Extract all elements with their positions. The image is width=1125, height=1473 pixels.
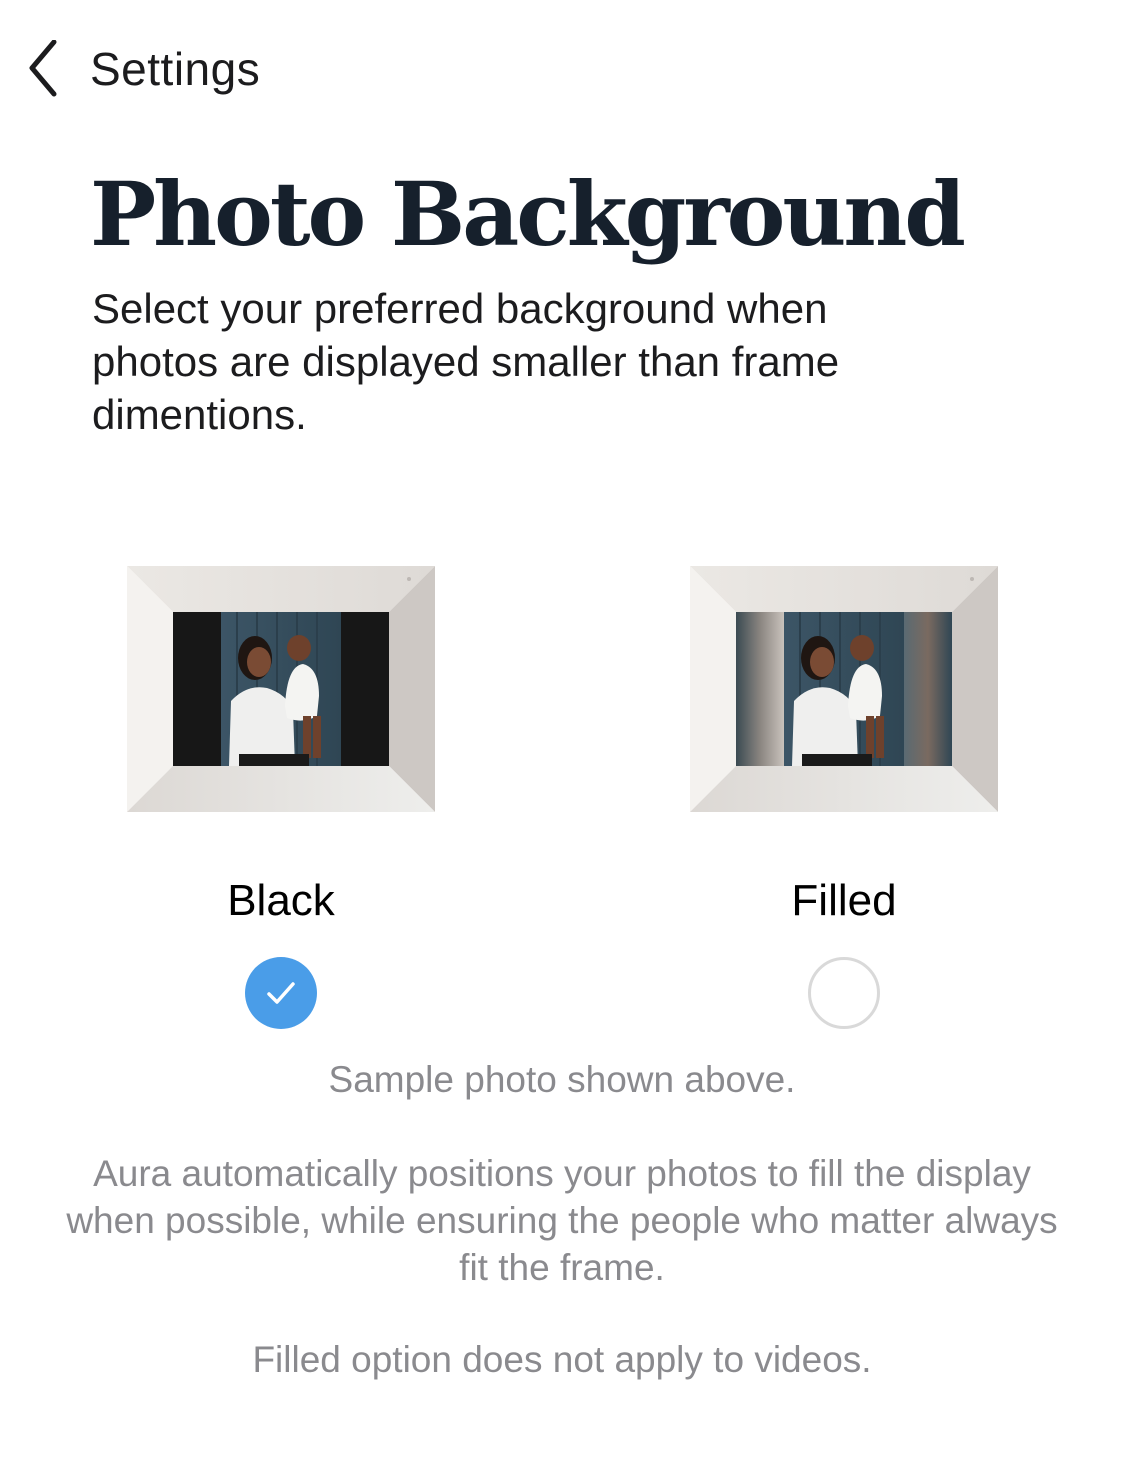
back-button[interactable]: Settings (0, 30, 400, 110)
page-subtitle: Select your preferred background when ph… (92, 285, 840, 438)
radio-filled-unselected[interactable] (808, 957, 880, 1029)
option-filled-label: Filled (791, 876, 897, 925)
frame-preview-black (127, 566, 435, 812)
description-note: Aura automatically positions your photos… (66, 1153, 1058, 1288)
option-black-label: Black (227, 876, 335, 925)
frame-preview-filled (690, 566, 998, 812)
radio-black-selected[interactable] (245, 957, 317, 1029)
back-label: Settings (90, 43, 261, 95)
sample-photo (784, 612, 904, 766)
page-title: Photo Background (90, 162, 966, 266)
sample-photo (221, 612, 341, 766)
chevron-left-icon (29, 40, 57, 97)
checkmark-icon (267, 982, 295, 1004)
option-filled[interactable]: Filled (690, 566, 998, 1029)
option-black[interactable]: Black (127, 566, 435, 1029)
sample-note: Sample photo shown above. (328, 1059, 796, 1100)
videos-note: Filled option does not apply to videos. (252, 1339, 872, 1380)
